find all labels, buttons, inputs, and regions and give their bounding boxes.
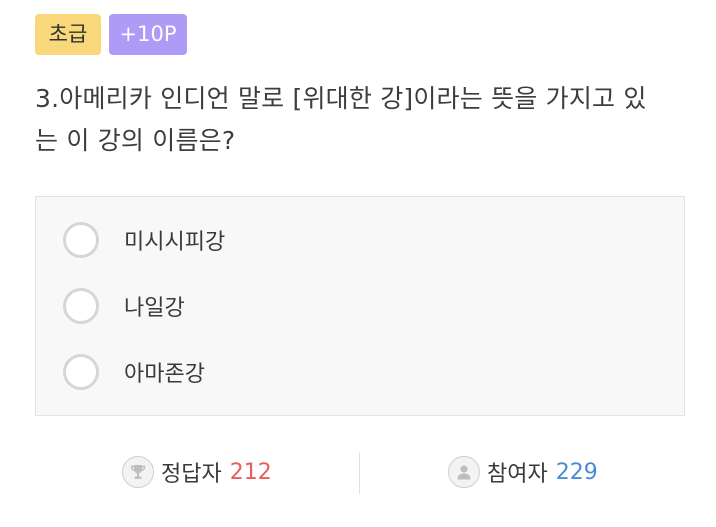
radio-button[interactable] [63,222,99,258]
badge-row: 초급 +10P [35,14,187,55]
level-badge: 초급 [35,14,101,55]
correct-stat: 정답자 212 [122,454,272,490]
participants-stat: 참여자 229 [448,454,598,490]
option-1[interactable]: 미시시피강 [63,219,225,261]
question-text: 3.아메리카 인디언 말로 [위대한 강]이라는 뜻을 가지고 있 는 이 강의… [35,78,685,162]
correct-label: 정답자 [161,462,222,487]
stats-divider [359,452,360,494]
trophy-icon [122,456,154,488]
option-label: 나일강 [124,296,185,321]
option-2[interactable]: 나일강 [63,285,185,327]
option-label: 아마존강 [124,362,205,387]
option-label: 미시시피강 [124,230,226,255]
points-badge: +10P [109,14,187,55]
correct-count: 212 [229,459,272,485]
participants-label: 참여자 [487,462,548,487]
quiz-stats: 정답자 212 참여자 229 [35,450,685,495]
option-3[interactable]: 아마존강 [63,351,205,393]
question-line-2: 는 이 강의 이름은? [35,126,236,155]
answer-options: 미시시피강 나일강 아마존강 [35,196,685,416]
participants-count: 229 [555,459,598,485]
question-line-1: 3.아메리카 인디언 말로 [위대한 강]이라는 뜻을 가지고 있 [35,84,647,113]
radio-button[interactable] [63,354,99,390]
person-icon [448,456,480,488]
radio-button[interactable] [63,288,99,324]
